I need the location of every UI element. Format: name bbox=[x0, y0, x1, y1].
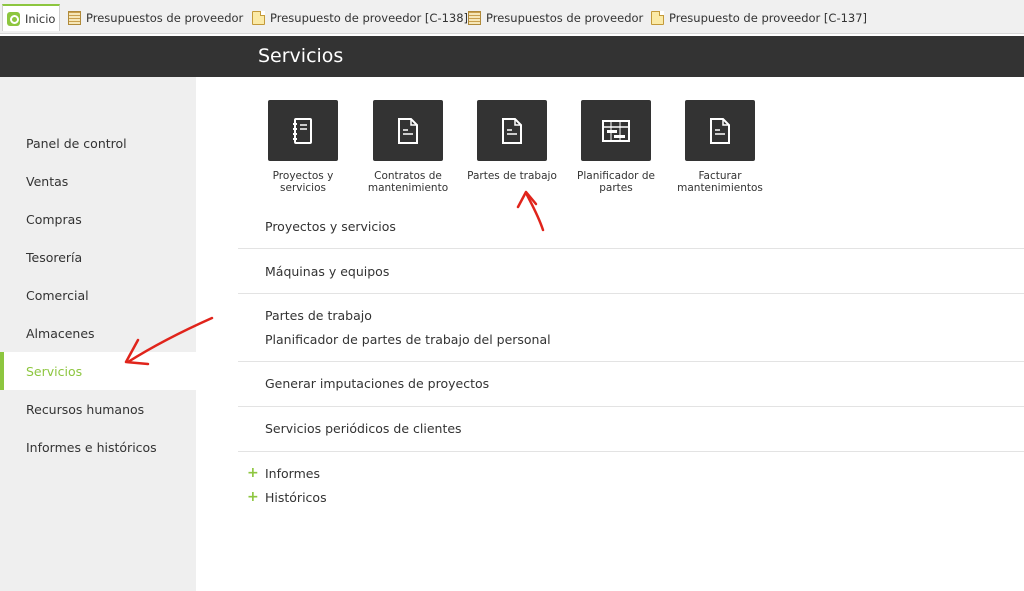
tab-label: Presupuesto de proveedor [C-138] bbox=[270, 11, 469, 25]
section-header: Servicios bbox=[0, 36, 1024, 77]
link-servicios-periodicos[interactable]: Servicios periódicos de clientes bbox=[265, 421, 462, 436]
sidebar-item-label: Compras bbox=[26, 211, 82, 227]
tile-contratos-mantenimiento[interactable]: Contratos de mantenimiento bbox=[353, 100, 463, 194]
tile-label: Proyectos y servicios bbox=[272, 170, 334, 194]
tab-label: Presupuestos de proveedor bbox=[86, 11, 244, 25]
tab-presupuesto-c138[interactable]: Presupuesto de proveedor [C-138] bbox=[248, 6, 472, 30]
expand-plus-icon[interactable]: + bbox=[247, 465, 259, 481]
expandable-historicos[interactable]: Históricos bbox=[265, 490, 327, 505]
document-icon bbox=[651, 11, 664, 25]
tab-presupuesto-c137[interactable]: Presupuesto de proveedor [C-137] bbox=[647, 6, 871, 30]
sidebar-item-label: Comercial bbox=[26, 287, 89, 303]
list-section: Máquinas y equipos bbox=[238, 249, 1024, 294]
tab-label: Inicio bbox=[25, 11, 56, 26]
tile-icon-box bbox=[373, 100, 443, 161]
link-generar-imputaciones[interactable]: Generar imputaciones de proyectos bbox=[265, 376, 489, 391]
tile-icon-box bbox=[685, 100, 755, 161]
expand-plus-icon[interactable]: + bbox=[247, 489, 259, 505]
sidebar-item-servicios[interactable]: Servicios bbox=[0, 352, 196, 390]
link-maquinas-equipos[interactable]: Máquinas y equipos bbox=[265, 264, 389, 279]
sidebar-item-label: Servicios bbox=[26, 363, 83, 379]
sidebar-item-tesoreria[interactable]: Tesorería bbox=[0, 238, 196, 276]
notebook-icon bbox=[293, 117, 312, 144]
page-title: Servicios bbox=[258, 45, 344, 67]
sidebar-item-recursos-humanos[interactable]: Recursos humanos bbox=[0, 390, 196, 428]
tile-icon-box bbox=[477, 100, 547, 161]
sidebar-item-ventas[interactable]: Ventas bbox=[0, 162, 196, 200]
tab-bar: Inicio Presupuestos de proveedor Presupu… bbox=[0, 0, 1024, 34]
link-partes-trabajo[interactable]: Partes de trabajo bbox=[265, 308, 372, 323]
sidebar: Panel de control Ventas Compras Tesorerí… bbox=[0, 77, 196, 591]
list-section: Partes de trabajo Planificador de partes… bbox=[238, 294, 1024, 362]
tile-label: Planificador de partes bbox=[577, 170, 655, 194]
table-icon bbox=[468, 11, 481, 25]
tab-inicio[interactable]: Inicio bbox=[2, 4, 61, 31]
sidebar-item-comercial[interactable]: Comercial bbox=[0, 276, 196, 314]
sidebar-item-panel-de-control[interactable]: Panel de control bbox=[0, 124, 196, 162]
list-section: Generar imputaciones de proyectos bbox=[238, 362, 1024, 407]
sidebar-item-label: Ventas bbox=[26, 173, 69, 189]
document-icon bbox=[502, 117, 522, 144]
document-icon bbox=[252, 11, 265, 25]
sidebar-item-informes-historicos[interactable]: Informes e históricos bbox=[0, 428, 196, 466]
document-icon bbox=[398, 117, 418, 144]
tile-partes-trabajo[interactable]: Partes de trabajo bbox=[457, 100, 567, 182]
sidebar-item-label: Tesorería bbox=[26, 249, 83, 265]
tile-proyectos-servicios[interactable]: Proyectos y servicios bbox=[248, 100, 358, 194]
table-icon bbox=[68, 11, 81, 25]
link-planificador-partes-personal[interactable]: Planificador de partes de trabajo del pe… bbox=[265, 332, 551, 347]
sidebar-item-label: Almacenes bbox=[26, 325, 95, 341]
sidebar-item-label: Panel de control bbox=[26, 135, 127, 151]
list-section: Proyectos y servicios bbox=[238, 205, 1024, 249]
sidebar-item-label: Recursos humanos bbox=[26, 401, 145, 417]
tab-label: Presupuesto de proveedor [C-137] bbox=[669, 11, 868, 25]
tile-facturar-mantenimientos[interactable]: Facturar mantenimientos bbox=[665, 100, 775, 194]
sidebar-item-almacenes[interactable]: Almacenes bbox=[0, 314, 196, 352]
gantt-icon bbox=[602, 119, 630, 142]
tile-label: Facturar mantenimientos bbox=[677, 170, 763, 194]
tab-presupuestos-proveedor-1[interactable]: Presupuestos de proveedor bbox=[64, 6, 247, 30]
document-icon bbox=[710, 117, 730, 144]
sidebar-item-label: Informes e históricos bbox=[26, 439, 157, 455]
sidebar-item-compras[interactable]: Compras bbox=[0, 200, 196, 238]
tab-presupuestos-proveedor-2[interactable]: Presupuestos de proveedor bbox=[464, 6, 647, 30]
link-proyectos-servicios[interactable]: Proyectos y servicios bbox=[265, 219, 396, 234]
tile-label: Partes de trabajo bbox=[467, 170, 557, 182]
home-icon bbox=[7, 11, 20, 26]
tile-icon-box bbox=[581, 100, 651, 161]
list-section: Servicios periódicos de clientes bbox=[238, 407, 1024, 452]
expandable-informes[interactable]: Informes bbox=[265, 466, 320, 481]
tile-planificador-partes[interactable]: Planificador de partes bbox=[561, 100, 671, 194]
tile-icon-box bbox=[268, 100, 338, 161]
tile-label: Contratos de mantenimiento bbox=[367, 170, 449, 194]
tab-label: Presupuestos de proveedor bbox=[486, 11, 644, 25]
